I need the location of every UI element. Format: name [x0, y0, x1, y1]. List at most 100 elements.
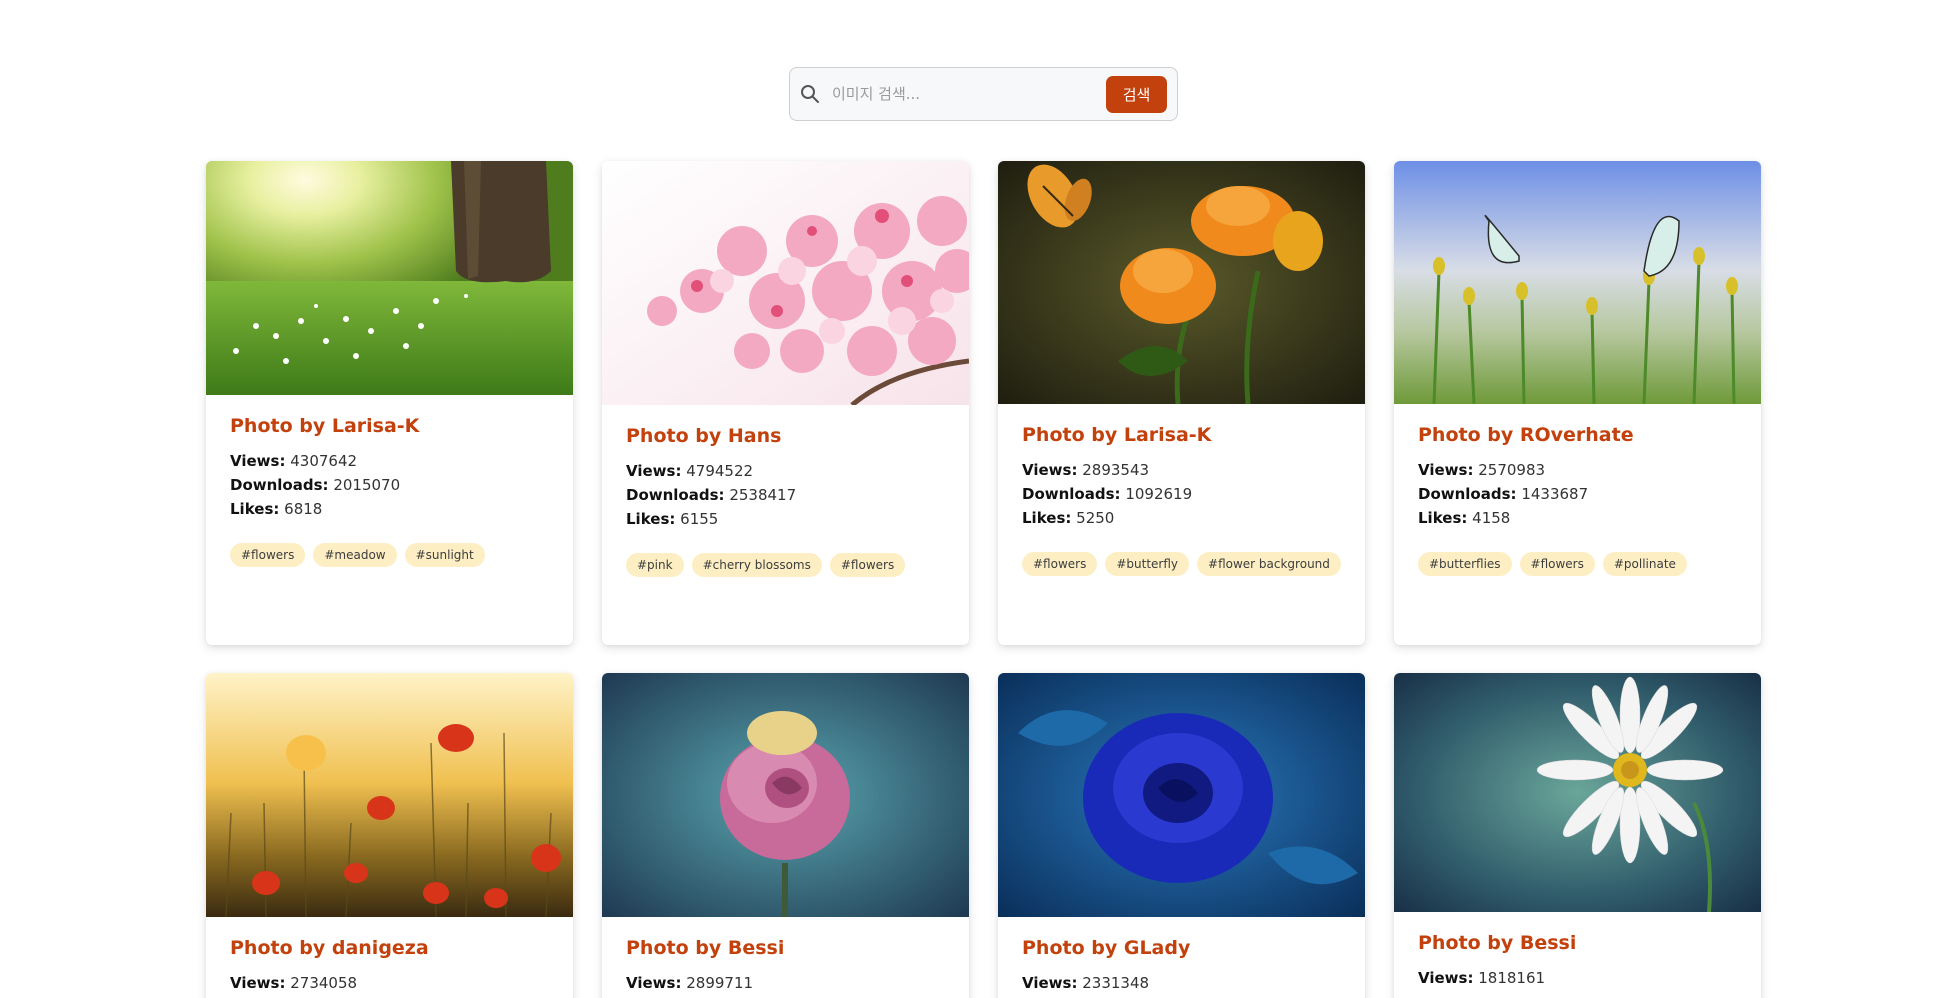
photo-image-cherry-blossoms[interactable] — [602, 161, 969, 405]
downloads-value: 1092619 — [1125, 485, 1193, 503]
photo-card[interactable]: Photo by GLady Views: 2331348 — [998, 673, 1365, 998]
likes-stat: Likes: 6818 — [230, 497, 549, 521]
photo-author-title: Photo by ROverhate — [1418, 424, 1634, 446]
photo-image-butterflies[interactable] — [1394, 161, 1761, 404]
tag-chip[interactable]: #butterflies — [1418, 552, 1512, 576]
photo-author-title: Photo by Larisa-K — [1022, 424, 1212, 446]
likes-label: Likes: — [230, 500, 280, 518]
views-stat: Views: 2734058 — [230, 971, 549, 995]
downloads-stat: Downloads: 2015070 — [230, 473, 549, 497]
views-stat: Views: 2331348 — [1022, 971, 1341, 995]
search-bar: 검색 — [789, 67, 1178, 121]
photo-card[interactable]: Photo by danigeza Views: 2734058 — [206, 673, 573, 998]
views-value: 4794522 — [686, 462, 754, 480]
tag-list: #pink #cherry blossoms #flowers — [626, 553, 945, 577]
views-value: 4307642 — [290, 452, 358, 470]
photo-image-white-daisy[interactable] — [1394, 673, 1761, 912]
card-body: Photo by Larisa-K Views: 2893543 Downloa… — [998, 404, 1365, 598]
views-value: 2899711 — [686, 974, 754, 992]
downloads-label: Downloads: — [1022, 485, 1121, 503]
downloads-label: Downloads: — [1418, 485, 1517, 503]
views-label: Views: — [626, 974, 682, 992]
views-label: Views: — [1418, 461, 1474, 479]
tag-chip[interactable]: #cherry blossoms — [691, 553, 822, 577]
photo-author-title: Photo by GLady — [1022, 937, 1191, 959]
likes-label: Likes: — [1022, 509, 1072, 527]
tag-list: #flowers #meadow #sunlight — [230, 543, 549, 567]
views-stat: Views: 1818161 — [1418, 966, 1737, 990]
photo-card[interactable]: Photo by Larisa-K Views: 2893543 Downloa… — [998, 161, 1365, 645]
photo-image-poppies[interactable] — [206, 673, 573, 917]
tag-chip[interactable]: #flowers — [1519, 552, 1595, 576]
photo-author-title: Photo by Larisa-K — [230, 415, 420, 437]
card-body: Photo by Bessi Views: 2899711 — [602, 917, 969, 998]
views-stat: Views: 4307642 — [230, 449, 549, 473]
downloads-stat: Downloads: 2538417 — [626, 483, 945, 507]
views-stat: Views: 2899711 — [626, 971, 945, 995]
views-value: 2734058 — [290, 974, 358, 992]
views-label: Views: — [626, 462, 682, 480]
photo-image-pink-rose[interactable] — [602, 673, 969, 917]
downloads-label: Downloads: — [626, 486, 725, 504]
photo-image-blue-rose[interactable] — [998, 673, 1365, 917]
views-value: 2331348 — [1082, 974, 1150, 992]
photo-author-title: Photo by Hans — [626, 425, 782, 447]
downloads-value: 2538417 — [729, 486, 797, 504]
downloads-value: 1433687 — [1521, 485, 1589, 503]
likes-value: 6818 — [284, 500, 323, 518]
tag-chip[interactable]: #flowers — [230, 543, 306, 567]
views-stat: Views: 2893543 — [1022, 458, 1341, 482]
photo-card[interactable]: Photo by ROverhate Views: 2570983 Downlo… — [1394, 161, 1761, 645]
views-stat: Views: 4794522 — [626, 459, 945, 483]
card-body: Photo by Larisa-K Views: 4307642 Downloa… — [206, 395, 573, 589]
likes-value: 5250 — [1076, 509, 1115, 527]
downloads-value: 2015070 — [333, 476, 401, 494]
views-value: 2570983 — [1478, 461, 1546, 479]
photo-author-title: Photo by Bessi — [626, 937, 785, 959]
downloads-stat: Downloads: 1433687 — [1418, 482, 1737, 506]
photo-author-title: Photo by Bessi — [1418, 932, 1577, 954]
views-label: Views: — [230, 452, 286, 470]
photo-card[interactable]: Photo by Hans Views: 4794522 Downloads: … — [602, 161, 969, 645]
views-label: Views: — [1022, 461, 1078, 479]
tag-chip[interactable]: #meadow — [313, 543, 397, 567]
likes-label: Likes: — [1418, 509, 1468, 527]
card-body: Photo by ROverhate Views: 2570983 Downlo… — [1394, 404, 1761, 598]
photo-card[interactable]: Photo by Bessi Views: 2899711 — [602, 673, 969, 998]
likes-stat: Likes: 5250 — [1022, 506, 1341, 530]
tag-chip[interactable]: #pink — [626, 553, 684, 577]
likes-label: Likes: — [626, 510, 676, 528]
views-label: Views: — [1022, 974, 1078, 992]
downloads-label: Downloads: — [230, 476, 329, 494]
tag-chip[interactable]: #pollinate — [1602, 552, 1687, 576]
likes-value: 4158 — [1472, 509, 1511, 527]
tag-list: #flowers #butterfly #flower background — [1022, 552, 1341, 576]
tag-chip[interactable]: #flowers — [1022, 552, 1098, 576]
card-body: Photo by GLady Views: 2331348 — [998, 917, 1365, 998]
photo-card[interactable]: Photo by Larisa-K Views: 4307642 Downloa… — [206, 161, 573, 645]
card-body: Photo by Hans Views: 4794522 Downloads: … — [602, 405, 969, 599]
likes-stat: Likes: 4158 — [1418, 506, 1737, 530]
tag-chip[interactable]: #sunlight — [404, 543, 485, 567]
views-value: 1818161 — [1478, 969, 1546, 987]
search-icon — [801, 85, 819, 103]
photo-image-orange-flowers[interactable] — [998, 161, 1365, 404]
card-body: Photo by Bessi Views: 1818161 — [1394, 912, 1761, 998]
views-label: Views: — [1418, 969, 1474, 987]
views-label: Views: — [230, 974, 286, 992]
tag-chip[interactable]: #butterfly — [1105, 552, 1190, 576]
likes-stat: Likes: 6155 — [626, 507, 945, 531]
views-stat: Views: 2570983 — [1418, 458, 1737, 482]
card-body: Photo by danigeza Views: 2734058 — [206, 917, 573, 998]
tag-chip[interactable]: #flowers — [829, 553, 906, 577]
tag-list: #butterflies #flowers #pollinate — [1418, 552, 1737, 576]
photo-image-meadow[interactable] — [206, 161, 573, 395]
views-value: 2893543 — [1082, 461, 1150, 479]
photo-card[interactable]: Photo by Bessi Views: 1818161 — [1394, 673, 1761, 998]
downloads-stat: Downloads: 1092619 — [1022, 482, 1341, 506]
likes-value: 6155 — [680, 510, 719, 528]
search-input[interactable] — [832, 79, 1106, 109]
photo-author-title: Photo by danigeza — [230, 937, 429, 959]
tag-chip[interactable]: #flower background — [1197, 552, 1341, 576]
search-button[interactable]: 검색 — [1106, 75, 1167, 113]
